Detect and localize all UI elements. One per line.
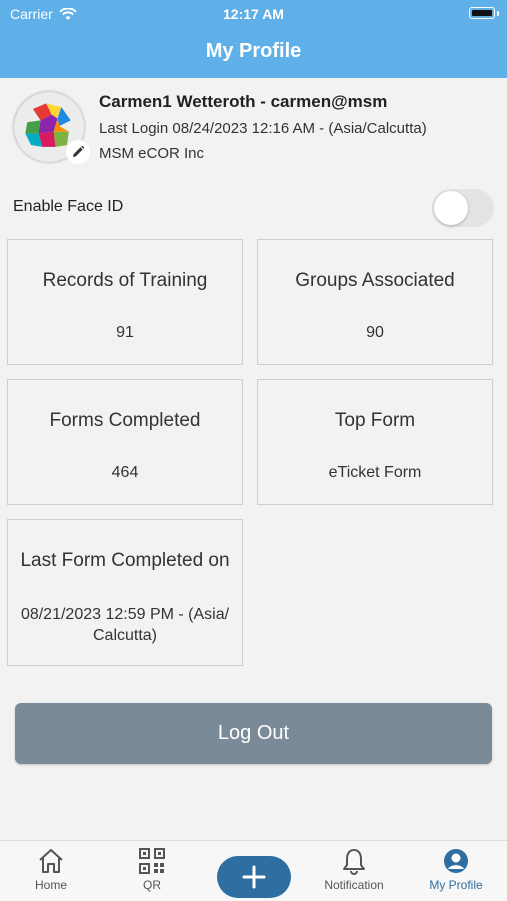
app-header: Carrier 12:17 AM My Profile [0,0,507,78]
last-login: Last Login 08/24/2023 12:16 AM - (Asia/C… [99,120,427,137]
toggle-knob [434,191,468,225]
card-title: Top Form [334,410,416,431]
tab-qr[interactable]: QR [107,847,197,892]
card-top-form[interactable]: Top Form eTicket Form [257,379,493,505]
card-last-form-completed[interactable]: Last Form Completed on 08/21/2023 12:59 … [7,519,243,666]
card-value: eTicket Form [328,464,422,481]
tab-my-profile[interactable]: My Profile [411,847,501,892]
face-id-toggle[interactable] [432,189,494,227]
page-title: My Profile [205,40,302,62]
battery-icon [469,7,495,19]
card-value: 90 [366,324,384,341]
tab-notification[interactable]: Notification [309,847,399,892]
profile-name: Carmen1 Wetteroth - carmen@msm [99,92,388,111]
plus-icon [242,865,266,889]
face-id-label: Enable Face ID [13,198,124,215]
pencil-icon [73,145,85,157]
tab-label: QR [143,878,161,892]
tab-home[interactable]: Home [6,847,96,892]
card-value: 464 [111,464,139,481]
tab-label: My Profile [429,878,483,892]
card-forms-completed[interactable]: Forms Completed 464 [7,379,243,505]
add-button[interactable] [217,856,291,898]
card-value: 91 [116,324,134,341]
card-groups-associated[interactable]: Groups Associated 90 [257,239,493,365]
organization-name: MSM eCOR Inc [99,145,205,162]
card-value: 08/21/2023 12:59 PM - (Asia/ Calcutta) [20,606,230,644]
card-records-of-training[interactable]: Records of Training 91 [7,239,243,365]
profile-summary: Carmen1 Wetteroth - carmen@msm Last Logi… [12,90,497,170]
bell-icon [343,849,365,875]
tab-label: Notification [324,878,384,892]
qr-icon [139,848,165,874]
edit-avatar-button[interactable] [66,140,90,164]
battery-tip [497,11,499,16]
card-title: Last Form Completed on [20,550,230,571]
card-title: Records of Training [42,270,208,291]
profile-icon [444,849,468,873]
status-time: 12:17 AM [223,6,284,22]
tab-label: Home [34,878,67,892]
logout-button[interactable]: Log Out [15,703,492,764]
status-bar: Carrier 12:17 AM [0,6,507,24]
home-icon [39,849,63,873]
card-title: Groups Associated [295,270,455,291]
card-title: Forms Completed [49,410,201,431]
bottom-tab-bar: Home QR Notification My Profile [0,840,507,901]
